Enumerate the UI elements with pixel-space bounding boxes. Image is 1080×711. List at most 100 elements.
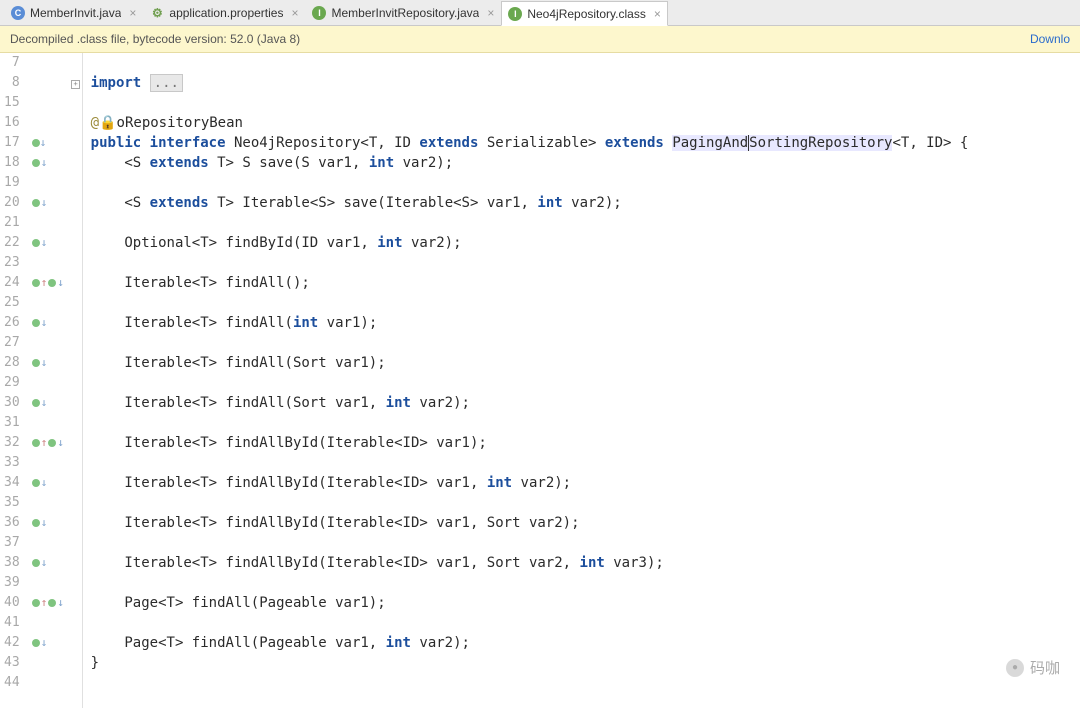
line-number: 15 (4, 93, 20, 113)
fold-cell (70, 513, 82, 533)
code-line[interactable] (91, 253, 1080, 273)
code-line[interactable] (91, 613, 1080, 633)
code-line[interactable]: Iterable<T> findAll(); (91, 273, 1080, 293)
close-icon[interactable]: × (651, 7, 661, 21)
code-line[interactable] (91, 53, 1080, 73)
tab-label: application.properties (169, 6, 283, 20)
code-line[interactable] (91, 333, 1080, 353)
override-marker[interactable] (32, 473, 48, 494)
fold-cell (70, 273, 82, 293)
line-number: 40 (4, 593, 20, 613)
line-number: 32 (4, 433, 20, 453)
code-line[interactable] (91, 493, 1080, 513)
fold-cell (70, 53, 82, 73)
code-line[interactable] (91, 93, 1080, 113)
code-line[interactable] (91, 173, 1080, 193)
code-line[interactable]: } (91, 653, 1080, 673)
override-marker[interactable] (48, 593, 64, 614)
override-marker[interactable] (32, 193, 48, 214)
override-marker[interactable] (32, 233, 48, 254)
gutter-row (26, 233, 70, 253)
fold-expand-icon[interactable]: + (71, 80, 80, 89)
code-line[interactable]: @🔒oRepositoryBean (91, 113, 1080, 133)
override-marker[interactable] (32, 513, 48, 534)
gutter-row (26, 193, 70, 213)
fold-cell (70, 613, 82, 633)
fold-cell (70, 193, 82, 213)
banner-message: Decompiled .class file, bytecode version… (10, 32, 300, 46)
code-line[interactable]: Iterable<T> findAllById(Iterable<ID> var… (91, 433, 1080, 453)
override-up-marker[interactable] (32, 593, 48, 614)
gutter-row (26, 93, 70, 113)
override-marker[interactable] (48, 273, 64, 294)
line-number: 22 (4, 233, 20, 253)
override-marker[interactable] (32, 393, 48, 414)
code-line[interactable]: import ... (91, 73, 1080, 93)
fold-cell (70, 553, 82, 573)
line-number: 8 (4, 73, 20, 93)
code-line[interactable] (91, 573, 1080, 593)
line-number: 33 (4, 453, 20, 473)
fold-cell (70, 653, 82, 673)
code-line[interactable]: Iterable<T> findAll(Sort var1, int var2)… (91, 393, 1080, 413)
line-number: 43 (4, 653, 20, 673)
gutter-row (26, 633, 70, 653)
fold-cell (70, 573, 82, 593)
gutter-row (26, 493, 70, 513)
close-icon[interactable]: × (126, 6, 136, 20)
code-line[interactable] (91, 413, 1080, 433)
fold-cell (70, 333, 82, 353)
code-line[interactable]: Iterable<T> findAllById(Iterable<ID> var… (91, 513, 1080, 533)
tab-application-properties[interactable]: ⚙ application.properties × (143, 0, 305, 25)
code-line[interactable]: Iterable<T> findAllById(Iterable<ID> var… (91, 473, 1080, 493)
code-line[interactable]: Page<T> findAll(Pageable var1); (91, 593, 1080, 613)
code-line[interactable] (91, 673, 1080, 693)
code-line[interactable]: Iterable<T> findAllById(Iterable<ID> var… (91, 553, 1080, 573)
tab-memberinvit-java[interactable]: C MemberInvit.java × (4, 0, 143, 25)
tab-memberinvitrepository-java[interactable]: I MemberInvitRepository.java × (305, 0, 501, 25)
code-area[interactable]: import ... @🔒oRepositoryBeanpublic inter… (83, 53, 1080, 708)
override-marker[interactable] (32, 353, 48, 374)
marker-column (26, 53, 70, 708)
code-line[interactable]: Page<T> findAll(Pageable var1, int var2)… (91, 633, 1080, 653)
fold-cell (70, 493, 82, 513)
code-editor[interactable]: 7815161718192021222324252627282930313233… (0, 53, 1080, 708)
gutter-row (26, 253, 70, 273)
override-marker[interactable] (32, 633, 48, 654)
code-line[interactable]: Iterable<T> findAll(Sort var1); (91, 353, 1080, 373)
code-line[interactable] (91, 373, 1080, 393)
gutter-row (26, 513, 70, 533)
wechat-icon: ● (1006, 659, 1024, 677)
tab-neo4jrepository-class[interactable]: I Neo4jRepository.class × (501, 1, 668, 26)
import-fold[interactable]: ... (150, 74, 183, 92)
code-line[interactable] (91, 213, 1080, 233)
fold-cell (70, 633, 82, 653)
code-line[interactable]: public interface Neo4jRepository<T, ID e… (91, 133, 1080, 153)
fold-cell (70, 353, 82, 373)
override-up-marker[interactable] (32, 433, 48, 454)
watermark-text: 码咖 (1030, 657, 1060, 678)
line-number: 37 (4, 533, 20, 553)
override-up-marker[interactable] (32, 273, 48, 294)
download-sources-link[interactable]: Downlo (1030, 32, 1070, 46)
code-line[interactable] (91, 533, 1080, 553)
line-number: 23 (4, 253, 20, 273)
code-line[interactable]: Optional<T> findById(ID var1, int var2); (91, 233, 1080, 253)
code-line[interactable] (91, 453, 1080, 473)
gutter-row (26, 173, 70, 193)
properties-file-icon: ⚙ (150, 6, 164, 20)
line-number: 28 (4, 353, 20, 373)
fold-cell (70, 453, 82, 473)
close-icon[interactable]: × (288, 6, 298, 20)
fold-cell (70, 393, 82, 413)
code-line[interactable]: <S extends T> Iterable<S> save(Iterable<… (91, 193, 1080, 213)
implement-marker[interactable] (32, 133, 47, 154)
code-line[interactable]: <S extends T> S save(S var1, int var2); (91, 153, 1080, 173)
override-marker[interactable] (32, 153, 48, 174)
override-marker[interactable] (48, 433, 64, 454)
code-line[interactable]: Iterable<T> findAll(int var1); (91, 313, 1080, 333)
override-marker[interactable] (32, 313, 48, 334)
code-line[interactable] (91, 293, 1080, 313)
override-marker[interactable] (32, 553, 48, 574)
close-icon[interactable]: × (484, 6, 494, 20)
